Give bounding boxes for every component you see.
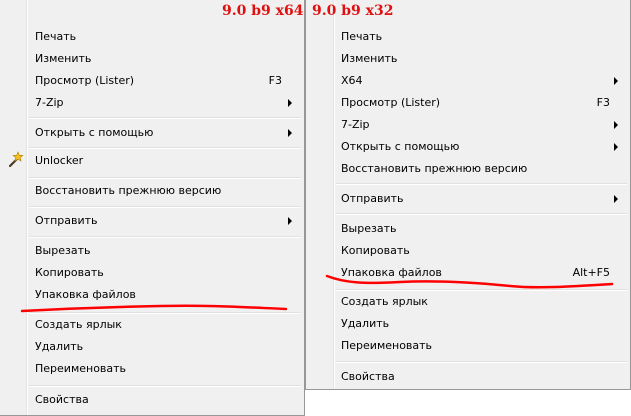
submenu-arrow-icon	[288, 217, 292, 225]
menu-item-x64[interactable]: X64	[341, 70, 620, 92]
menu-item-label: Изменить	[35, 52, 92, 65]
icon-gutter-divider	[26, 0, 27, 415]
menu-item-label: Вырезать	[341, 222, 397, 235]
menu-item-label: Отправить	[341, 192, 404, 205]
menu-item-print[interactable]: Печать	[35, 26, 294, 48]
menu-separator	[29, 206, 301, 208]
menu-item-label: Изменить	[341, 52, 398, 65]
submenu-arrow-icon	[614, 121, 618, 129]
menu-item-label: Переименовать	[35, 362, 127, 375]
menu-item-label: Просмотр (Lister)	[341, 96, 441, 109]
menu-item-label: Печать	[35, 30, 77, 43]
menu-item-shortcut: F3	[596, 96, 610, 109]
menu-item-label: Вырезать	[35, 244, 91, 257]
menu-item-create-shortcut[interactable]: Создать ярлык	[35, 314, 294, 336]
menu-item-cut[interactable]: Вырезать	[35, 240, 294, 262]
menu-item-delete[interactable]: Удалить	[341, 313, 620, 335]
menu-item-send-to[interactable]: Отправить	[35, 210, 294, 232]
menu-item-copy[interactable]: Копировать	[35, 262, 294, 284]
menu-separator	[29, 385, 301, 387]
menu-separator	[336, 213, 627, 215]
menu-item-label: Unlocker	[35, 154, 84, 167]
submenu-arrow-icon	[288, 129, 292, 137]
menu-item-label: Свойства	[35, 393, 89, 406]
icon-gutter-divider	[333, 0, 334, 389]
menu-item-label: Открыть с помощью	[341, 140, 460, 153]
menu-item-pack-files[interactable]: Упаковка файлов Alt+F5	[341, 262, 620, 284]
menu-item-send-to[interactable]: Отправить	[341, 188, 620, 210]
menu-separator	[29, 117, 301, 119]
menu-item-open-with[interactable]: Открыть с помощью	[341, 136, 620, 158]
menu-item-copy[interactable]: Копировать	[341, 240, 620, 262]
menu-item-label: 7-Zip	[35, 96, 64, 109]
menu-item-label: Открыть с помощью	[35, 126, 154, 139]
menu-item-delete[interactable]: Удалить	[35, 336, 294, 358]
menu-item-shortcut: F3	[268, 74, 282, 87]
menu-item-label: Просмотр (Lister)	[35, 74, 135, 87]
menu-item-unlocker[interactable]: Unlocker	[35, 150, 294, 172]
menu-item-label: Переименовать	[341, 339, 433, 352]
menu-item-label: Создать ярлык	[35, 318, 122, 331]
menu-item-lister[interactable]: Просмотр (Lister) F3	[35, 70, 294, 92]
submenu-arrow-icon	[288, 99, 292, 107]
menu-separator	[29, 177, 301, 179]
menu-item-label: Создать ярлык	[341, 295, 428, 308]
menu-item-restore-previous[interactable]: Восстановить прежнюю версию	[35, 180, 294, 202]
menu-separator	[336, 183, 627, 185]
menu-item-edit[interactable]: Изменить	[341, 48, 620, 70]
menu-item-7zip[interactable]: 7-Zip	[341, 114, 620, 136]
submenu-arrow-icon	[614, 143, 618, 151]
menu-item-label: Копировать	[35, 266, 104, 279]
menu-item-rename[interactable]: Переименовать	[341, 335, 620, 357]
menu-item-label: Удалить	[35, 340, 84, 353]
menu-separator	[29, 147, 301, 149]
menu-separator	[336, 361, 627, 363]
menu-item-label: Отправить	[35, 214, 98, 227]
menu-item-print[interactable]: Печать	[341, 26, 620, 48]
menu-item-shortcut: Alt+F5	[572, 266, 610, 279]
version-title-x32: 9.0 b9 x32	[312, 3, 394, 19]
menu-item-label: Упаковка файлов	[341, 266, 442, 279]
menu-item-lister[interactable]: Просмотр (Lister) F3	[341, 92, 620, 114]
menu-item-label: Удалить	[341, 317, 390, 330]
menu-item-label: Копировать	[341, 244, 410, 257]
submenu-arrow-icon	[614, 77, 618, 85]
context-menu-x32: ______ ______ Печать Изменить X64 Просмо…	[305, 0, 631, 390]
menu-item-label: Восстановить прежнюю версию	[35, 184, 222, 197]
menu-item-create-shortcut[interactable]: Создать ярлык	[341, 291, 620, 313]
menu-item-open-with[interactable]: Открыть с помощью	[35, 122, 294, 144]
menu-item-label: X64	[341, 74, 363, 87]
menu-item-properties[interactable]: Свойства	[35, 389, 294, 411]
menu-item-restore-previous[interactable]: Восстановить прежнюю версию	[341, 158, 620, 180]
menu-item-rename[interactable]: Переименовать	[35, 358, 294, 380]
context-menu-x64: ______ ______ Печать Изменить Просмотр (…	[0, 0, 305, 416]
cut-off-top-item: ______ ______	[35, 0, 111, 8]
menu-item-label: Восстановить прежнюю версию	[341, 162, 528, 175]
version-title-x64: 9.0 b9 x64	[222, 3, 304, 19]
menu-item-properties[interactable]: Свойства	[341, 366, 620, 388]
menu-item-edit[interactable]: Изменить	[35, 48, 294, 70]
magic-wand-icon	[8, 151, 24, 168]
menu-item-label: Упаковка файлов	[35, 288, 136, 301]
menu-item-pack-files[interactable]: Упаковка файлов	[35, 284, 294, 306]
menu-separator	[29, 236, 301, 238]
menu-item-7zip[interactable]: 7-Zip	[35, 92, 294, 114]
menu-item-label: Свойства	[341, 370, 395, 383]
submenu-arrow-icon	[614, 195, 618, 203]
menu-item-label: 7-Zip	[341, 118, 370, 131]
menu-item-cut[interactable]: Вырезать	[341, 218, 620, 240]
menu-item-label: Печать	[341, 30, 383, 43]
